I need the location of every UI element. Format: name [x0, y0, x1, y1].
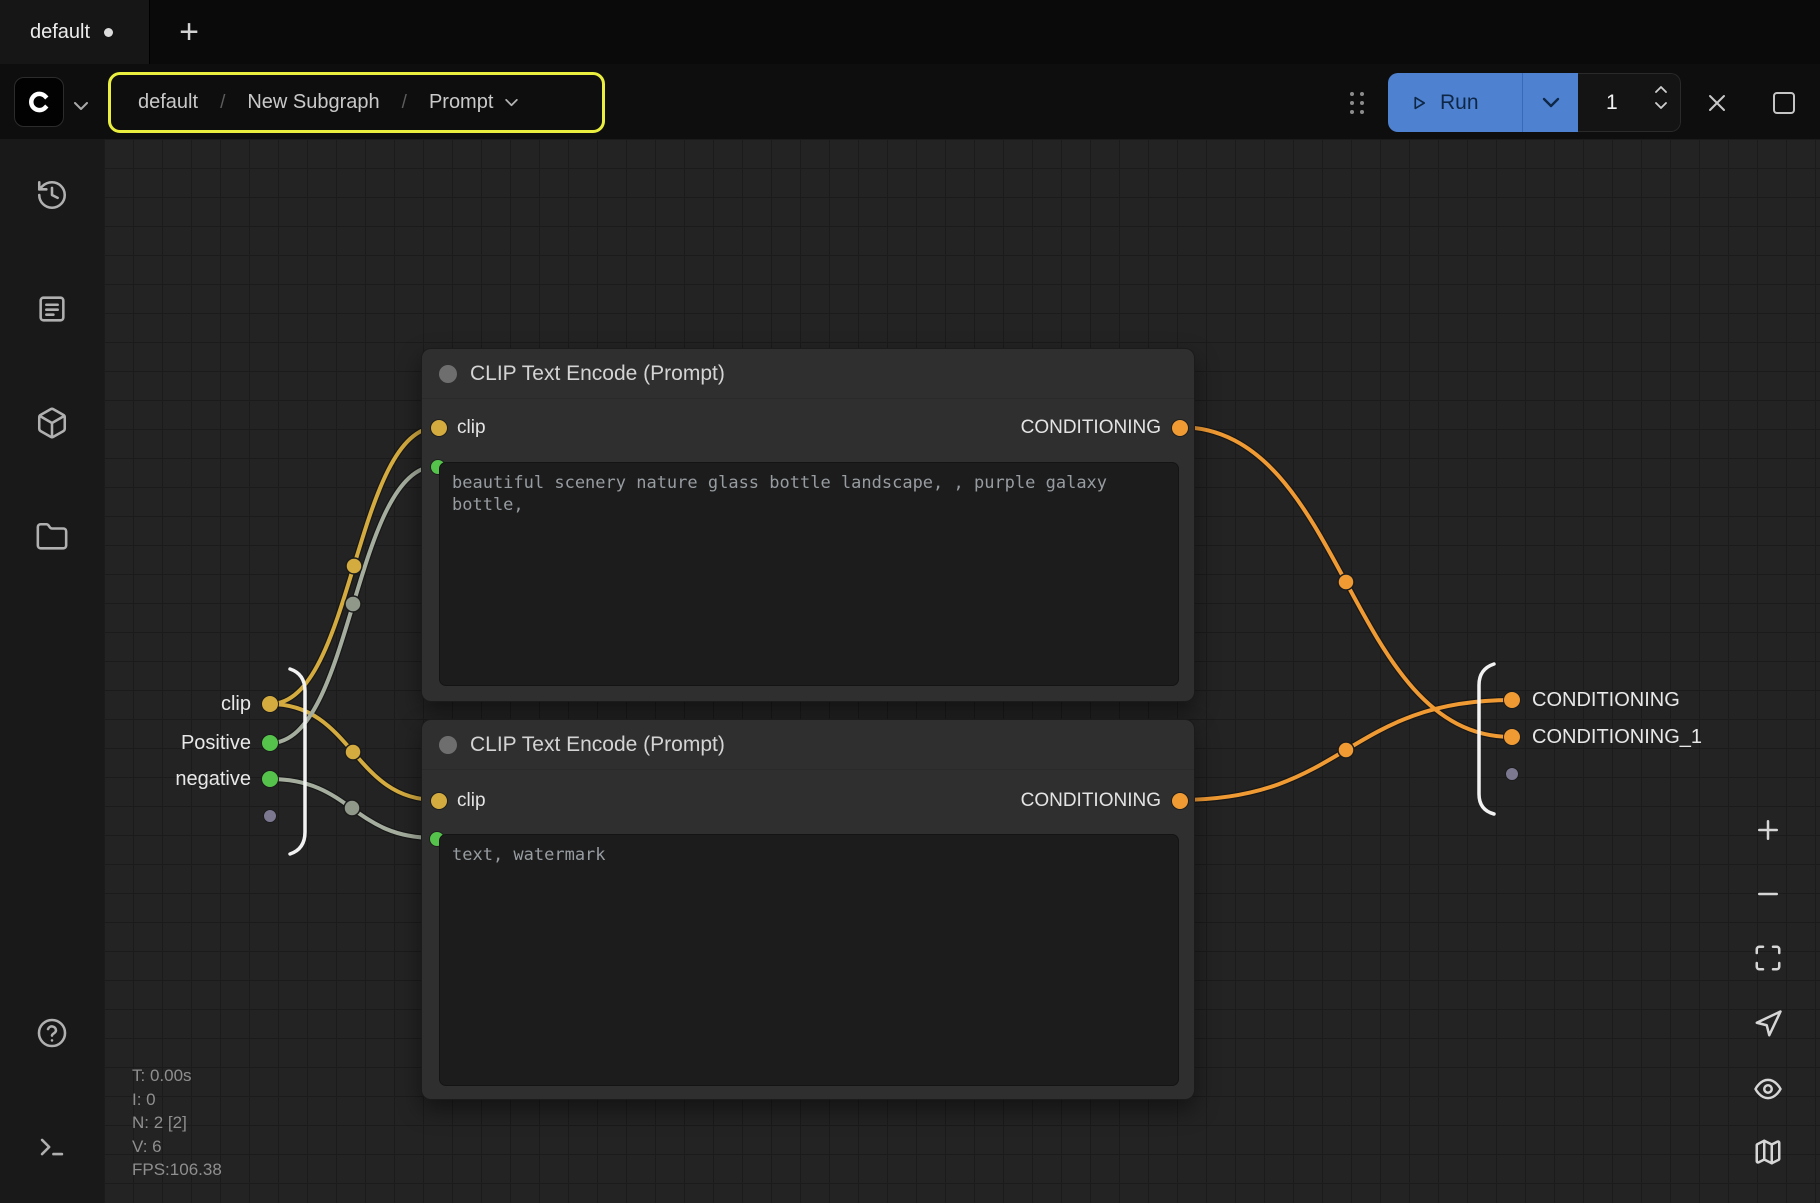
toggle-links-eye-icon[interactable]	[1753, 1074, 1783, 1104]
workflow-tab-default[interactable]: default	[0, 0, 150, 64]
select-mode-icon[interactable]	[1753, 1009, 1783, 1039]
node-title-bar[interactable]: CLIP Text Encode (Prompt)	[422, 720, 1194, 770]
node-clip-text-encode-2[interactable]: CLIP Text Encode (Prompt) clip CONDITION…	[421, 719, 1195, 1100]
run-control-group: Run 1	[1388, 73, 1681, 132]
run-button-label: Run	[1440, 91, 1479, 115]
input-slot-clip[interactable]	[430, 792, 448, 810]
subgraph-output-dot-conditioning-1[interactable]	[1503, 728, 1521, 746]
subgraph-input-dot-positive[interactable]	[261, 734, 279, 752]
node-clip-text-encode-1[interactable]: CLIP Text Encode (Prompt) clip CONDITION…	[421, 348, 1195, 702]
folder-icon[interactable]	[35, 520, 69, 554]
prompt-textarea[interactable]: text, watermark	[439, 834, 1179, 1086]
collapse-dot[interactable]	[439, 736, 457, 754]
subgraph-output-label-conditioning: CONDITIONING	[1532, 688, 1680, 712]
link-node2-to-conditioning[interactable]	[1179, 700, 1512, 800]
link-negative-to-node2-text[interactable]	[270, 779, 435, 838]
link-clip-to-node2[interactable]	[270, 704, 436, 800]
comfyui-logo-icon	[24, 87, 54, 117]
breadcrumb-item-prompt[interactable]: Prompt	[429, 91, 493, 114]
link-midpoint-dot[interactable]	[1338, 574, 1354, 590]
terminal-icon[interactable]	[35, 1130, 69, 1164]
canvas-stats: T: 0.00s I: 0 N: 2 [2] V: 6 FPS:106.38	[132, 1064, 222, 1182]
node-title-bar[interactable]: CLIP Text Encode (Prompt)	[422, 349, 1194, 399]
run-options-dropdown[interactable]	[1522, 73, 1578, 132]
workflow-tab-bar: default +	[0, 0, 1820, 64]
close-icon	[1704, 90, 1730, 116]
top-toolbar: default / New Subgraph / Prompt Run 1	[0, 64, 1820, 139]
breadcrumb-separator: /	[220, 92, 225, 114]
link-midpoint-dot[interactable]	[344, 800, 360, 816]
subgraph-input-label-positive: Positive	[144, 731, 251, 755]
stat-fps: FPS:106.38	[132, 1158, 222, 1182]
input-slot-label: clip	[457, 790, 486, 812]
fit-view-icon[interactable]	[1753, 943, 1783, 973]
subgraph-input-bracket	[290, 669, 305, 854]
queue-icon[interactable]	[35, 292, 69, 326]
stat-nodes: N: 2 [2]	[132, 1111, 222, 1135]
link-midpoint-dot[interactable]	[1338, 742, 1354, 758]
logo-menu-chevron-icon[interactable]	[74, 98, 88, 116]
breadcrumb: default / New Subgraph / Prompt	[108, 72, 605, 133]
subgraph-input-dot-empty[interactable]	[263, 809, 277, 823]
breadcrumb-item-new-subgraph[interactable]: New Subgraph	[247, 91, 379, 114]
collapse-dot[interactable]	[439, 365, 457, 383]
models-icon[interactable]	[35, 406, 69, 440]
left-sidebar	[0, 139, 104, 1203]
breadcrumb-dropdown-chevron-icon[interactable]	[505, 99, 518, 107]
output-slot-label: CONDITIONING	[1021, 417, 1161, 439]
subgraph-output-dot-empty[interactable]	[1505, 767, 1519, 781]
subgraph-input-dot-clip[interactable]	[261, 695, 279, 713]
batch-count-steppers	[1655, 86, 1667, 109]
link-midpoint-dot[interactable]	[345, 744, 361, 760]
close-subgraph-button[interactable]	[1704, 90, 1730, 116]
history-icon[interactable]	[35, 178, 69, 212]
graph-canvas[interactable]: CLIP Text Encode (Prompt) clip CONDITION…	[104, 139, 1820, 1203]
zoom-out-icon[interactable]	[1753, 879, 1783, 909]
toolbar-drag-handle-icon[interactable]	[1350, 92, 1364, 114]
new-workflow-button[interactable]: +	[170, 13, 208, 51]
run-button[interactable]: Run	[1388, 73, 1522, 132]
subgraph-output-dot-conditioning[interactable]	[1503, 691, 1521, 709]
help-icon[interactable]	[35, 1016, 69, 1050]
stat-time: T: 0.00s	[132, 1064, 222, 1088]
breadcrumb-item-default[interactable]: default	[138, 91, 198, 114]
subgraph-output-bracket	[1479, 664, 1494, 814]
minimap-icon[interactable]	[1753, 1137, 1783, 1167]
batch-count-value: 1	[1606, 91, 1618, 115]
comfyui-logo-button[interactable]	[14, 77, 64, 127]
input-slot-clip[interactable]	[430, 419, 448, 437]
subgraph-output-label-conditioning-1: CONDITIONING_1	[1532, 725, 1702, 749]
link-midpoint-dot[interactable]	[346, 558, 362, 574]
zoom-in-icon[interactable]	[1753, 815, 1783, 845]
output-slot-conditioning[interactable]	[1171, 419, 1189, 437]
unsaved-changes-dot	[104, 28, 113, 37]
output-slot-label: CONDITIONING	[1021, 790, 1161, 812]
link-clip-to-node1[interactable]	[270, 427, 438, 704]
subgraph-input-dot-negative[interactable]	[261, 770, 279, 788]
link-node1-to-conditioning-1[interactable]	[1179, 427, 1512, 737]
input-slot-label: clip	[457, 417, 486, 439]
stat-iterations: I: 0	[132, 1088, 222, 1112]
link-positive-to-node1-text[interactable]	[270, 466, 437, 743]
node-title: CLIP Text Encode (Prompt)	[470, 733, 725, 757]
subgraph-input-label-clip: clip	[144, 692, 251, 716]
subgraph-input-label-negative: negative	[144, 767, 251, 791]
panel-square-icon[interactable]	[1773, 92, 1795, 114]
play-icon	[1410, 93, 1428, 113]
stat-version: V: 6	[132, 1135, 222, 1159]
chevron-down-icon	[1542, 97, 1560, 108]
stepper-down-icon[interactable]	[1655, 102, 1667, 109]
workflow-tab-label: default	[30, 21, 90, 44]
link-midpoint-dot[interactable]	[345, 596, 361, 612]
node-title: CLIP Text Encode (Prompt)	[470, 362, 725, 386]
stepper-up-icon[interactable]	[1655, 86, 1667, 93]
batch-count-input[interactable]: 1	[1578, 73, 1681, 132]
output-slot-conditioning[interactable]	[1171, 792, 1189, 810]
prompt-textarea[interactable]: beautiful scenery nature glass bottle la…	[439, 462, 1179, 686]
breadcrumb-separator: /	[402, 92, 407, 114]
